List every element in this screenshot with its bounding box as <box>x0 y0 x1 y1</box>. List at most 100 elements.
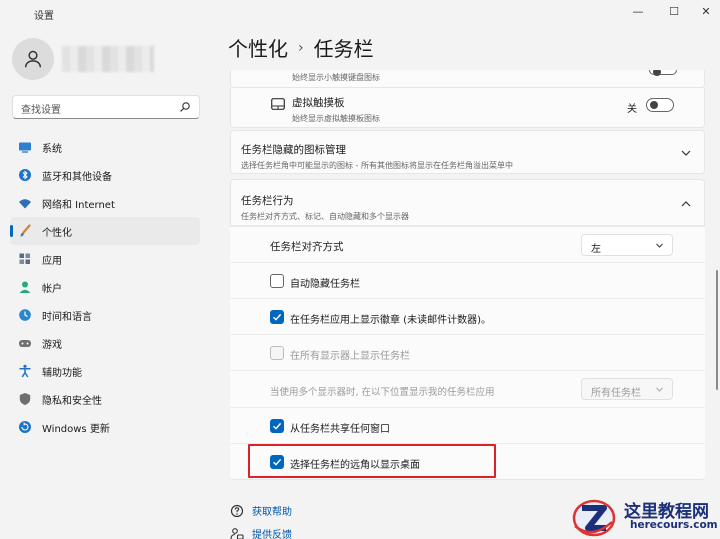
touch-keyboard-card: 始终显示小触摸键盘图标 <box>230 70 705 88</box>
wifi-icon <box>18 196 32 210</box>
badges-checkbox[interactable] <box>270 310 284 324</box>
alignment-row: 任务栏对齐方式 左 <box>230 226 705 262</box>
sidebar-item-system[interactable]: 系统 <box>10 133 200 161</box>
get-help-link[interactable]: 获取帮助 <box>230 503 292 518</box>
auto-hide-label: 自动隐藏任务栏 <box>290 279 360 290</box>
sidebar-item-apps[interactable]: 应用 <box>10 245 200 273</box>
sidebar-item-personalization[interactable]: 个性化 <box>10 217 200 245</box>
multi-display-dropdown[interactable]: 所有任务栏 <box>581 378 673 400</box>
taskbar-behaviors-header[interactable]: 任务栏行为 任务栏对齐方式、标记、自动隐藏和多个显示器 <box>230 179 705 226</box>
touchpad-icon <box>271 98 285 113</box>
sidebar-item-privacy[interactable]: 隐私和安全性 <box>10 385 200 413</box>
auto-hide-row: 自动隐藏任务栏 <box>230 262 705 298</box>
minimize-button[interactable]: — <box>620 0 656 22</box>
virtual-touchpad-card: 虚拟触摸板 始终显示虚拟触摸板图标 关 <box>230 88 705 128</box>
watermark: 这里教程网 herecours.com <box>572 494 720 539</box>
feedback-link[interactable]: 提供反馈 <box>230 526 292 539</box>
virtual-touchpad-toggle[interactable] <box>646 98 674 112</box>
sidebar-item-gaming[interactable]: 游戏 <box>10 329 200 357</box>
breadcrumb: 个性化 › 任务栏 <box>228 33 374 62</box>
nav-list: 系统 蓝牙和其他设备 网络和 Internet 个性化 应用 帐户 时间和语言 … <box>10 133 200 441</box>
monitor-icon <box>18 140 32 154</box>
taskbar-behaviors-title: 任务栏行为 <box>241 195 294 207</box>
user-icon <box>24 50 42 68</box>
share-window-checkbox[interactable] <box>270 419 284 433</box>
checkmark-icon <box>273 422 282 430</box>
user-name-redacted <box>62 46 154 72</box>
sidebar-item-label: 网络和 Internet <box>42 199 115 211</box>
sidebar-item-windows-update[interactable]: Windows 更新 <box>10 413 200 441</box>
badges-label: 在任务栏应用上显示徽章 (未读邮件计数器)。 <box>290 315 491 326</box>
gamepad-icon <box>18 336 32 350</box>
watermark-en-text: herecours.com <box>630 519 718 531</box>
all-displays-checkbox[interactable] <box>270 346 284 360</box>
chevron-down-icon <box>656 243 663 248</box>
search-icon[interactable] <box>179 101 191 113</box>
search-placeholder: 查找设置 <box>21 105 61 116</box>
multi-display-label: 当使用多个显示器时, 在以下位置显示我的任务栏应用 <box>270 387 495 398</box>
close-button[interactable]: ✕ <box>688 0 720 22</box>
sidebar-item-label: 蓝牙和其他设备 <box>42 171 112 183</box>
all-displays-row: 在所有显示器上显示任务栏 <box>230 334 705 370</box>
hidden-icons-title: 任务栏隐藏的图标管理 <box>241 144 346 156</box>
sidebar-item-label: 系统 <box>42 143 62 155</box>
sidebar: 查找设置 系统 蓝牙和其他设备 网络和 Internet 个性化 应用 帐户 时… <box>0 28 212 539</box>
checkmark-icon <box>273 313 282 321</box>
sidebar-item-network[interactable]: 网络和 Internet <box>10 189 200 217</box>
sidebar-item-label: 隐私和安全性 <box>42 395 102 407</box>
alignment-value: 左 <box>591 244 601 255</box>
taskbar-behaviors-subtitle: 任务栏对齐方式、标记、自动隐藏和多个显示器 <box>241 212 409 221</box>
shield-icon <box>18 392 32 406</box>
multi-display-value: 所有任务栏 <box>591 388 641 399</box>
chevron-up-icon[interactable] <box>680 198 692 210</box>
auto-hide-checkbox[interactable] <box>270 274 284 288</box>
sidebar-item-label: 个性化 <box>42 227 72 239</box>
touch-keyboard-toggle[interactable] <box>649 70 677 76</box>
share-window-label: 从任务栏共享任何窗口 <box>290 424 390 435</box>
sidebar-item-bluetooth[interactable]: 蓝牙和其他设备 <box>10 161 200 189</box>
virtual-touchpad-subtitle: 始终显示虚拟触摸板图标 <box>292 114 380 123</box>
bluetooth-icon <box>18 168 32 182</box>
virtual-touchpad-title: 虚拟触摸板 <box>292 97 345 109</box>
multi-display-row: 当使用多个显示器时, 在以下位置显示我的任务栏应用 所有任务栏 <box>230 370 705 407</box>
apps-icon <box>18 252 32 266</box>
alignment-label: 任务栏对齐方式 <box>270 241 344 253</box>
globe-clock-icon <box>18 308 32 322</box>
sidebar-item-label: 游戏 <box>42 339 62 351</box>
accessibility-icon <box>18 364 32 378</box>
search-input[interactable]: 查找设置 <box>12 95 200 119</box>
account-icon <box>18 280 32 294</box>
watermark-logo-icon <box>572 499 616 537</box>
sidebar-item-label: Windows 更新 <box>42 423 110 435</box>
alignment-dropdown[interactable]: 左 <box>581 234 673 256</box>
hidden-icons-card[interactable]: 任务栏隐藏的图标管理 选择任务栏角中可能显示的图标 - 所有其他图标将显示在任务… <box>230 130 705 174</box>
title-bar: 设置 — ☐ ✕ <box>0 0 720 28</box>
all-displays-label: 在所有显示器上显示任务栏 <box>290 351 410 362</box>
sidebar-item-label: 时间和语言 <box>42 311 92 323</box>
feedback-label: 提供反馈 <box>252 530 292 539</box>
sidebar-item-time-language[interactable]: 时间和语言 <box>10 301 200 329</box>
brush-icon <box>18 224 32 238</box>
highlight-box <box>248 444 496 478</box>
avatar[interactable] <box>12 38 54 80</box>
sidebar-item-label: 辅助功能 <box>42 367 82 379</box>
help-icon <box>230 504 244 517</box>
sidebar-item-label: 应用 <box>42 255 62 267</box>
breadcrumb-personalization[interactable]: 个性化 <box>228 33 288 62</box>
scrollbar[interactable] <box>716 270 718 390</box>
chevron-down-icon <box>656 387 663 392</box>
share-window-row: 从任务栏共享任何窗口 <box>230 407 705 443</box>
sidebar-item-accessibility[interactable]: 辅助功能 <box>10 357 200 385</box>
settings-content: 始终显示小触摸键盘图标 虚拟触摸板 始终显示虚拟触摸板图标 关 任务栏隐藏的图标… <box>230 70 705 480</box>
feedback-icon <box>230 527 244 539</box>
maximize-button[interactable]: ☐ <box>656 0 692 22</box>
toggle-state-label: 关 <box>627 104 637 115</box>
badges-row: 在任务栏应用上显示徽章 (未读邮件计数器)。 <box>230 298 705 334</box>
touch-keyboard-subtitle: 始终显示小触摸键盘图标 <box>292 73 380 82</box>
sidebar-item-accounts[interactable]: 帐户 <box>10 273 200 301</box>
get-help-label: 获取帮助 <box>252 507 292 518</box>
breadcrumb-separator: › <box>298 39 304 56</box>
hidden-icons-subtitle: 选择任务栏角中可能显示的图标 - 所有其他图标将显示在任务栏角溢出菜单中 <box>241 161 513 170</box>
sidebar-item-label: 帐户 <box>42 283 62 295</box>
chevron-down-icon[interactable] <box>680 147 692 159</box>
